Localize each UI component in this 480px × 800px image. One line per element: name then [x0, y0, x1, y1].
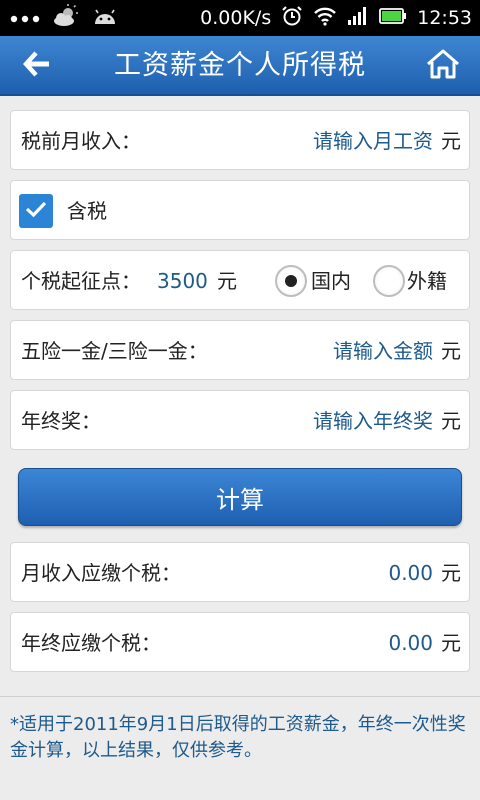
alarm-icon: [281, 5, 303, 32]
monthly-income-label: 税前月收入：: [21, 129, 141, 153]
back-arrow-icon: [22, 51, 51, 81]
signal-icon: [347, 6, 369, 31]
monthly-income-row: 税前月收入： 元: [10, 110, 470, 171]
radio-foreign-label[interactable]: 外籍: [407, 251, 447, 311]
tax-threshold-value: 3500: [157, 269, 208, 293]
monthly-income-input[interactable]: [233, 111, 433, 171]
back-button[interactable]: [12, 44, 62, 88]
status-left: [10, 0, 118, 36]
disclaimer-note: *适用于2011年9月1日后取得的工资薪金，年终一次性奖金计算，以上结果，仅供参…: [10, 714, 466, 761]
radio-domestic[interactable]: [275, 265, 307, 297]
status-right: 0.00K/s 12:53: [200, 0, 472, 36]
insurance-unit: 元: [441, 339, 461, 363]
tax-included-checkbox[interactable]: [19, 194, 53, 228]
tax-threshold-label: 个税起征点：: [21, 269, 141, 293]
insurance-label: 五险一金/三险一金：: [21, 339, 208, 363]
divider: [0, 696, 480, 697]
calculate-button[interactable]: 计算: [18, 468, 462, 526]
android-icon: [92, 4, 118, 32]
radio-foreign[interactable]: [373, 265, 405, 297]
bonus-row: 年终奖： 元: [10, 390, 470, 451]
insurance-row: 五险一金/三险一金： 元: [10, 320, 470, 381]
radio-domestic-label[interactable]: 国内: [311, 251, 351, 311]
home-button[interactable]: [418, 44, 468, 88]
monthly-tax-row: 月收入应缴个税： 0.00 元: [10, 542, 470, 602]
network-speed: 0.00K/s: [200, 7, 272, 29]
clock: 12:53: [417, 7, 472, 29]
home-icon: [425, 48, 461, 84]
battery-icon: [379, 7, 407, 30]
bonus-tax-value: 0.00: [388, 631, 433, 655]
wifi-icon: [313, 6, 337, 31]
insurance-input[interactable]: [263, 321, 433, 381]
more-icon: [10, 9, 40, 28]
page-title: 工资薪金个人所得税: [114, 50, 366, 81]
weather-icon: [52, 4, 80, 32]
tax-threshold-unit: 元: [217, 269, 237, 293]
bonus-unit: 元: [441, 409, 461, 433]
tax-included-row[interactable]: 含税: [10, 180, 470, 240]
status-bar: 0.00K/s 12:53: [0, 0, 480, 36]
bonus-tax-row: 年终应缴个税： 0.00 元: [10, 612, 470, 672]
monthly-income-unit: 元: [441, 129, 461, 153]
monthly-tax-label: 月收入应缴个税：: [21, 561, 181, 585]
tax-threshold-row: 个税起征点： 3500 元 国内 外籍: [10, 250, 470, 310]
bonus-label: 年终奖：: [21, 409, 101, 433]
tax-included-label: 含税: [67, 199, 107, 223]
monthly-tax-unit: 元: [441, 561, 461, 585]
bonus-input[interactable]: [233, 391, 433, 451]
bonus-tax-label: 年终应缴个税：: [21, 631, 161, 655]
bonus-tax-unit: 元: [441, 631, 461, 655]
monthly-tax-value: 0.00: [388, 561, 433, 585]
check-icon: [24, 199, 48, 223]
title-bar: 工资薪金个人所得税: [0, 36, 480, 96]
